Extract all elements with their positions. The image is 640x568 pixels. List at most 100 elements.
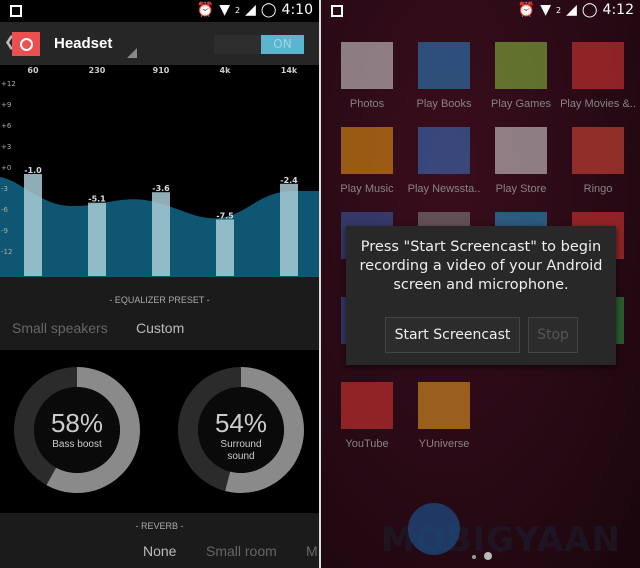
band-label: 4k bbox=[220, 66, 232, 75]
app-play-music[interactable]: Play Music bbox=[339, 127, 395, 195]
book-icon bbox=[418, 42, 470, 89]
clock: 4:10 bbox=[281, 2, 313, 18]
band-label: 910 bbox=[153, 66, 170, 75]
y-tick-label: +6 bbox=[1, 122, 12, 130]
phone-icon bbox=[572, 127, 624, 174]
preset-small-speakers[interactable]: Small speakers bbox=[12, 320, 108, 336]
sim-number: 2 bbox=[235, 5, 241, 15]
eq-band-slider[interactable] bbox=[88, 202, 106, 276]
eq-band-slider[interactable] bbox=[152, 192, 170, 276]
app-play-movies-[interactable]: Play Movies &.. bbox=[560, 42, 636, 110]
alarm-icon: ⏰ bbox=[517, 2, 536, 18]
page-indicator-1[interactable] bbox=[472, 555, 476, 559]
eq-band-slider[interactable] bbox=[280, 183, 298, 276]
play-icon bbox=[495, 127, 547, 174]
reverb-small-room[interactable]: Small room bbox=[206, 543, 277, 559]
reverb-medium[interactable]: M bbox=[306, 543, 318, 559]
status-bar: ⏰ ▼ 2 ◢ ◯ 4:12 bbox=[321, 0, 640, 22]
gamepad-icon bbox=[495, 42, 547, 89]
bass-boost-label: Bass boost bbox=[52, 439, 102, 450]
surround-label-2: sound bbox=[227, 451, 255, 462]
y-tick-label: -9 bbox=[1, 227, 8, 235]
equalizer-chart[interactable]: 60 -1.0 230 -5.1 910 -3.6 4k -7.5 14k -2.4 +12 +9 +6… bbox=[0, 65, 319, 277]
band-label: 230 bbox=[89, 66, 106, 75]
battery-icon: ◯ bbox=[581, 2, 598, 18]
app-ringo[interactable]: Ringo bbox=[570, 127, 626, 195]
screencast-dialog: Press "Start Screencast" to begin record… bbox=[346, 226, 616, 365]
band-value: -5.1 bbox=[88, 195, 106, 204]
band-value: -2.4 bbox=[280, 176, 298, 185]
app-label: YUniverse bbox=[418, 438, 470, 450]
y-tick-label: -3 bbox=[1, 185, 8, 193]
app-play-games[interactable]: Play Games bbox=[491, 42, 551, 110]
app-label: Play Store bbox=[495, 183, 547, 195]
headphones-icon bbox=[341, 127, 393, 174]
reverb-header: - REVERB - bbox=[135, 521, 184, 531]
app-label: Play Games bbox=[491, 98, 551, 110]
notification-icon bbox=[331, 5, 343, 17]
watermark-phone-icon bbox=[408, 503, 460, 555]
band-label: 60 bbox=[27, 66, 39, 75]
reverb-none[interactable]: None bbox=[143, 543, 176, 559]
app-label: Play Movies &.. bbox=[560, 98, 636, 110]
y-tick-label: +9 bbox=[1, 101, 11, 109]
surround-value: 54% bbox=[214, 408, 268, 438]
stop-button[interactable]: Stop bbox=[528, 317, 578, 353]
app-logo-icon bbox=[12, 32, 40, 56]
app-yuniverse[interactable]: YUniverse bbox=[416, 382, 472, 450]
preset-header: - EQUALIZER PRESET - bbox=[109, 295, 210, 305]
film-icon bbox=[572, 42, 624, 89]
app-play-newssta-[interactable]: Play Newssta.. bbox=[408, 127, 480, 195]
y-tick-label: +0 bbox=[1, 164, 11, 172]
wifi-icon: ▼ bbox=[540, 2, 551, 18]
newsstand-icon bbox=[418, 127, 470, 174]
app-play-books[interactable]: Play Books bbox=[416, 42, 472, 110]
notification-icon bbox=[10, 5, 22, 17]
y-tick-label: +3 bbox=[1, 143, 11, 151]
y-tick-label: -12 bbox=[1, 248, 12, 256]
preset-custom[interactable]: Custom bbox=[136, 320, 184, 336]
eq-band-slider[interactable] bbox=[216, 219, 234, 277]
app-label: Play Newssta.. bbox=[407, 183, 481, 195]
reverb-section: - REVERB - None Small room M bbox=[0, 513, 319, 568]
status-bar: ⏰ ▼ 2 ◢ ◯ 4:10 bbox=[0, 0, 319, 22]
power-toggle[interactable]: ON bbox=[214, 35, 304, 54]
app-youtube[interactable]: YouTube bbox=[339, 382, 395, 450]
wifi-icon: ▼ bbox=[219, 2, 230, 18]
surround-label: Surround bbox=[220, 439, 262, 450]
battery-icon: ◯ bbox=[260, 2, 277, 18]
app-label: Play Music bbox=[340, 183, 394, 195]
app-label: Ringo bbox=[583, 183, 613, 195]
start-screencast-button[interactable]: Start Screencast bbox=[385, 317, 520, 353]
app-photos[interactable]: Photos bbox=[339, 42, 395, 110]
y-tick-label: +12 bbox=[1, 80, 16, 88]
band-value: -7.5 bbox=[216, 212, 234, 221]
app-play-store[interactable]: Play Store bbox=[493, 127, 549, 195]
equalizer-preset-section: - EQUALIZER PRESET - Small speakers Cust… bbox=[0, 277, 319, 350]
bass-boost-value: 58% bbox=[50, 408, 104, 438]
profile-title[interactable]: Headset bbox=[54, 35, 112, 52]
signal-icon: ◢ bbox=[245, 2, 256, 18]
toggle-label: ON bbox=[261, 35, 304, 54]
clock: 4:12 bbox=[602, 2, 634, 18]
app-label: Play Books bbox=[416, 98, 472, 110]
home-screen: ⏰ ▼ 2 ◢ ◯ 4:12 Photos Play Books Play Game… bbox=[321, 0, 640, 568]
band-value: -3.6 bbox=[152, 184, 170, 193]
app-label: YouTube bbox=[345, 438, 389, 450]
alarm-icon: ⏰ bbox=[196, 2, 215, 18]
swirl-icon bbox=[418, 382, 470, 429]
youtube-icon bbox=[341, 382, 393, 429]
sim-number: 2 bbox=[556, 5, 562, 15]
equalizer-screen: ⏰ ▼ 2 ◢ ◯ 4:10 ❮ Headset ON 60 -1.0 230 -5.… bbox=[0, 0, 319, 568]
page-indicator-2[interactable] bbox=[484, 552, 492, 560]
band-label: 14k bbox=[281, 66, 298, 75]
divider bbox=[319, 0, 321, 568]
dropdown-icon[interactable] bbox=[127, 48, 137, 58]
toolbar: ❮ Headset ON bbox=[0, 22, 319, 65]
signal-icon: ◢ bbox=[566, 2, 577, 18]
eq-band-slider[interactable] bbox=[24, 174, 42, 276]
y-tick-label: -6 bbox=[1, 206, 9, 214]
app-label: Photos bbox=[349, 98, 385, 110]
dialog-message: Press "Start Screencast" to begin record… bbox=[359, 239, 603, 293]
band-value: -1.0 bbox=[24, 166, 42, 175]
